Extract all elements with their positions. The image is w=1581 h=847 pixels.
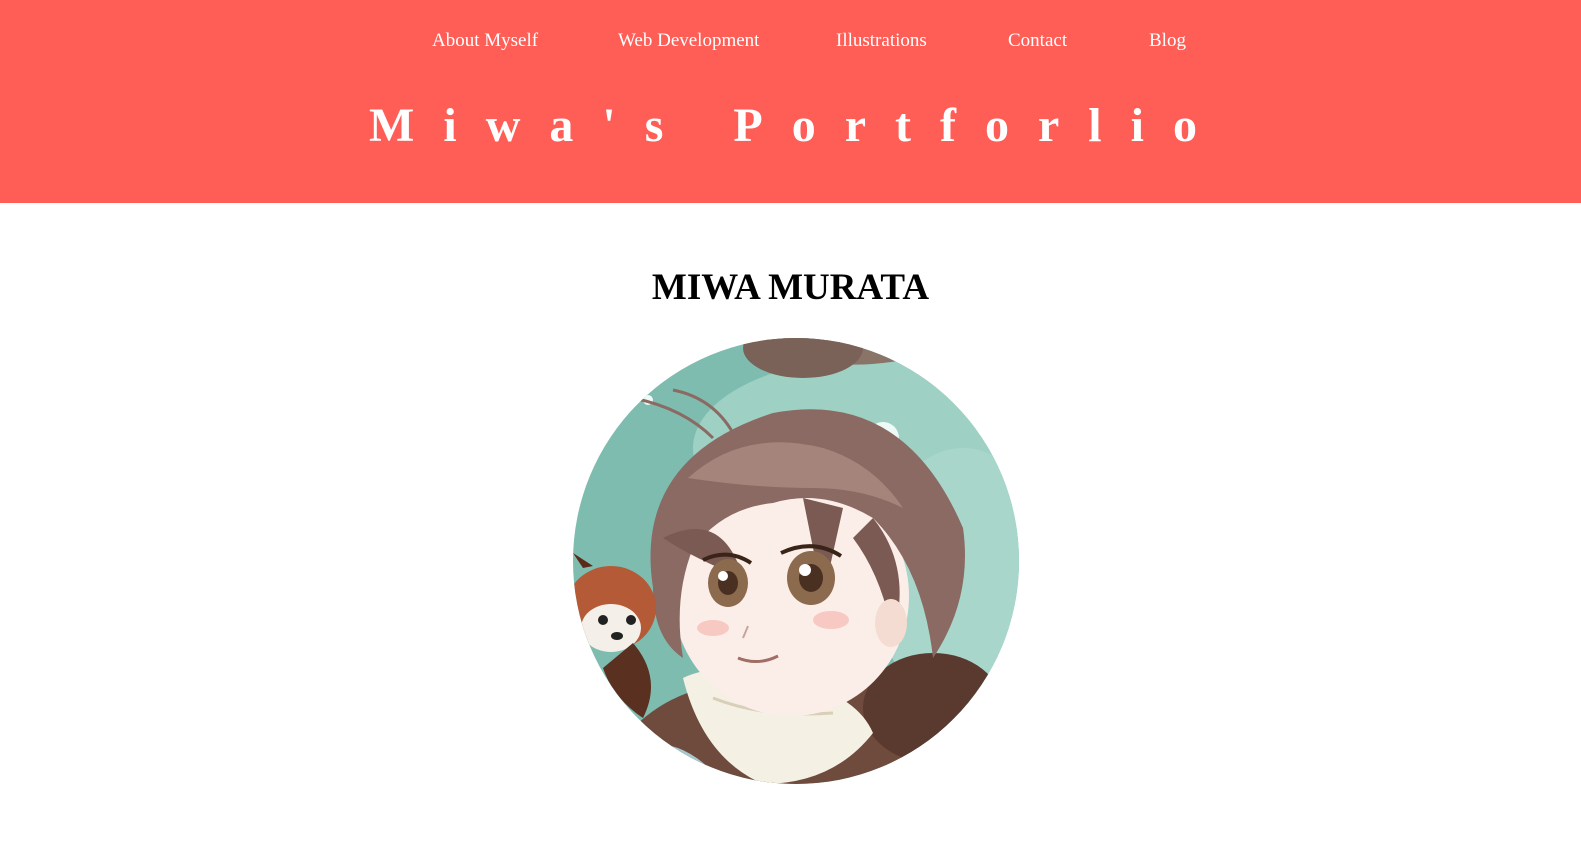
- nav-link-illustrations[interactable]: Illustrations: [836, 30, 927, 52]
- main-nav: About Myself Web Development Illustratio…: [0, 30, 1581, 56]
- nav-link-about-myself[interactable]: About Myself: [432, 30, 538, 52]
- site-header: About Myself Web Development Illustratio…: [0, 0, 1581, 203]
- nav-link-web-development[interactable]: Web Development: [618, 30, 759, 52]
- profile-avatar: [573, 338, 1019, 784]
- nav-link-blog[interactable]: Blog: [1149, 30, 1186, 52]
- nav-link-contact[interactable]: Contact: [1008, 30, 1067, 52]
- profile-name: MIWA MURATA: [651, 267, 930, 308]
- anime-portrait-illustration-icon: [573, 338, 1019, 784]
- site-title: Miwa's Portforlio: [369, 99, 1226, 152]
